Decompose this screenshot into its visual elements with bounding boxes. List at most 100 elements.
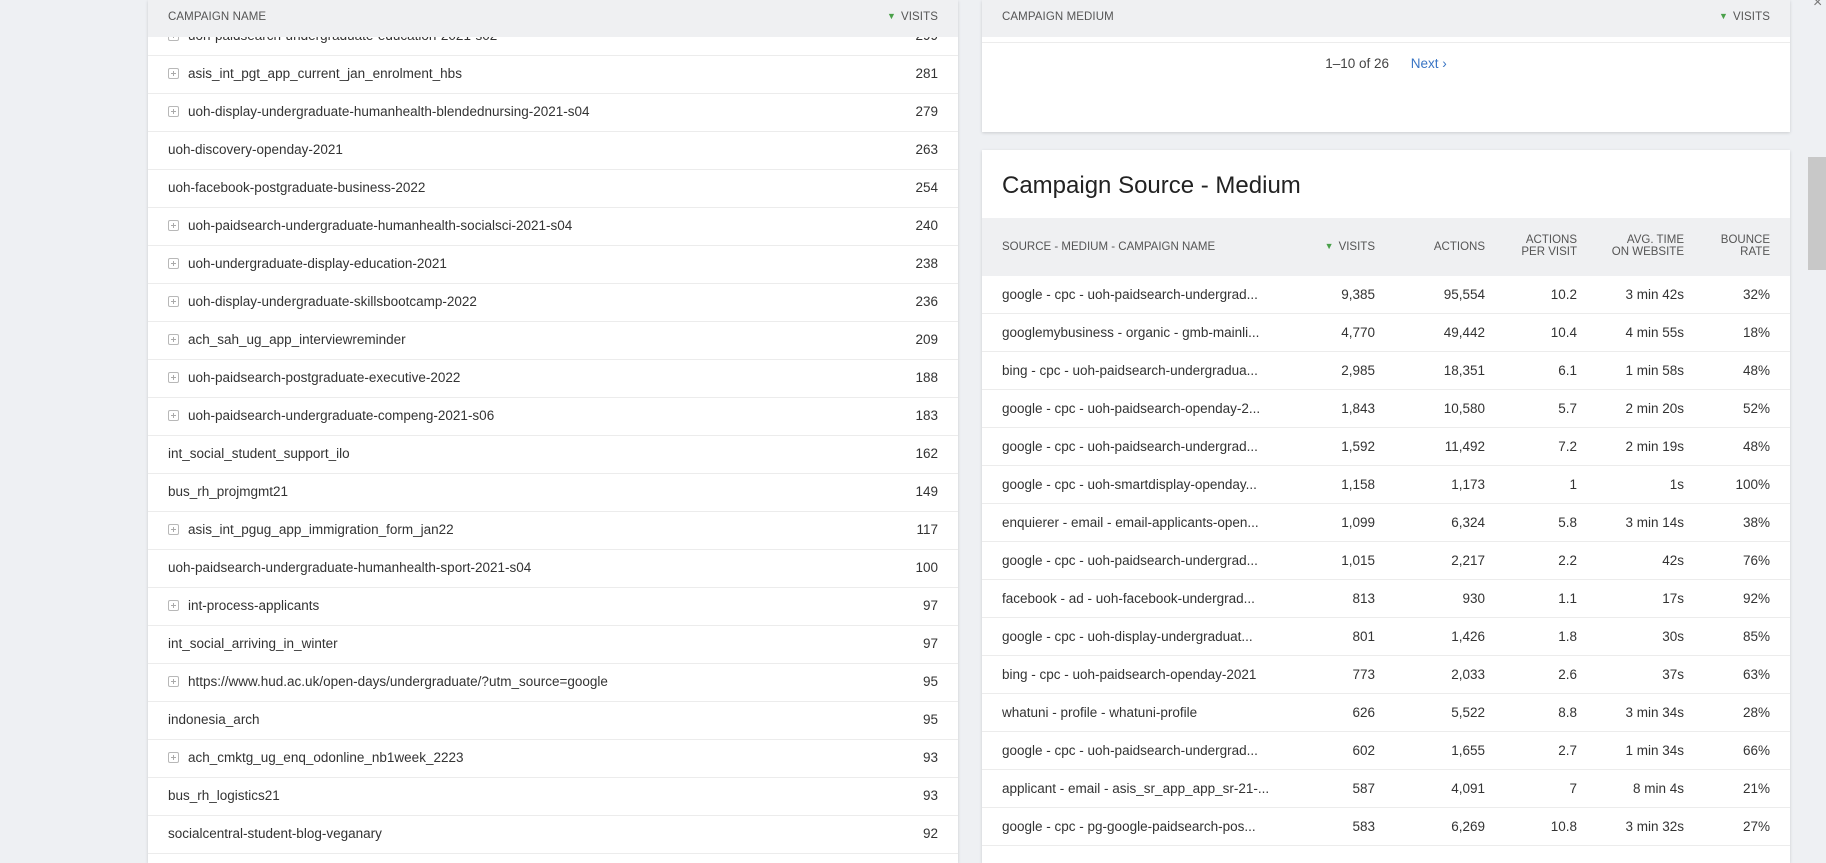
actions-per-visit-cell: 6.1: [1558, 363, 1577, 378]
campaign-name-cell: uoh-discovery-openday-2021: [168, 142, 343, 157]
visits-cell: 813: [1352, 591, 1375, 606]
actions-per-visit-cell: 5.8: [1558, 515, 1577, 530]
table-row[interactable]: int_social_arriving_in_winter 97: [148, 626, 958, 664]
column-header-actions-per-visit[interactable]: Actions Per Visit: [1521, 234, 1577, 258]
column-header-campaign-name[interactable]: Campaign Name: [168, 11, 266, 23]
table-row[interactable]: google - cpc - uoh-smartdisplay-openday.…: [982, 466, 1790, 504]
table-row[interactable]: uoh-display-undergraduate-skillsbootcamp…: [148, 284, 958, 322]
visits-cell: 92: [922, 826, 938, 841]
actions-per-visit-cell: 1.1: [1558, 591, 1577, 606]
visits-cell: 162: [915, 446, 938, 461]
table-row[interactable]: google - cpc - uoh-paidsearch-undergrad.…: [982, 732, 1790, 770]
column-header-visits[interactable]: ▼ Visits: [1325, 241, 1375, 253]
column-header-actions[interactable]: Actions: [1434, 241, 1485, 253]
avg-time-cell: 4 min 55s: [1625, 325, 1684, 340]
table-row[interactable]: https://www.hud.ac.uk/open-days/undergra…: [148, 664, 958, 702]
source-medium-campaign-cell: facebook - ad - uoh-facebook-undergrad..…: [1002, 591, 1255, 606]
table-row[interactable]: bus_rh_projmgmt21 149: [148, 474, 958, 512]
table-row[interactable]: googlemybusiness - organic - gmb-mainli.…: [982, 314, 1790, 352]
table-row[interactable]: int_social_student_support_ilo 162: [148, 436, 958, 474]
table-row[interactable]: uoh-paidsearch-postgraduate-executive-20…: [148, 360, 958, 398]
table-row[interactable]: bus_rh_logistics21 93: [148, 778, 958, 816]
expand-row-icon[interactable]: [168, 752, 179, 763]
campaign-name-cell: uoh-undergraduate-display-education-2021: [168, 256, 447, 271]
expand-row-icon[interactable]: [168, 676, 179, 687]
column-header-avg-time[interactable]: Avg. Time On Website: [1612, 234, 1684, 258]
expand-row-icon[interactable]: [168, 106, 179, 117]
expand-row-icon[interactable]: [168, 600, 179, 611]
pagination: 1–10 of 26 Next ›: [982, 56, 1790, 71]
column-header-visits[interactable]: ▼ Visits: [1719, 11, 1770, 23]
visits-cell: 100: [915, 560, 938, 575]
expand-row-icon[interactable]: [168, 296, 179, 307]
table-row[interactable]: facebook - ad - uoh-facebook-undergrad..…: [982, 580, 1790, 618]
table-row[interactable]: bing - cpc - uoh-paidsearch-openday-2021…: [982, 656, 1790, 694]
avg-time-cell: 17s: [1662, 591, 1684, 606]
actions-cell: 49,442: [1443, 325, 1485, 340]
expand-row-icon[interactable]: [168, 334, 179, 345]
table-row[interactable]: uoh-paidsearch-undergraduate-humanhealth…: [148, 208, 958, 246]
column-header-source-medium-campaign[interactable]: Source - Medium - Campaign Name: [1002, 241, 1215, 253]
bounce-rate-cell: 100%: [1735, 477, 1770, 492]
close-icon[interactable]: ×: [1813, 0, 1822, 12]
expand-row-icon[interactable]: [168, 410, 179, 421]
actions-cell: 4,091: [1451, 781, 1485, 796]
table-row[interactable]: google - cpc - uoh-paidsearch-undergrad.…: [982, 428, 1790, 466]
header-line: Rate: [1740, 246, 1770, 258]
table-row[interactable]: uoh-paidsearch-undergraduate-compeng-202…: [148, 398, 958, 436]
table-row[interactable]: bing - cpc - uoh-paidsearch-undergradua.…: [982, 352, 1790, 390]
visits-cell: 773: [1352, 667, 1375, 682]
table-row[interactable]: indonesia_arch 95: [148, 702, 958, 740]
table-row[interactable]: whatuni - profile - whatuni-profile 626 5,…: [982, 694, 1790, 732]
next-page-link[interactable]: Next ›: [1411, 56, 1447, 71]
expand-row-icon[interactable]: [168, 372, 179, 383]
table-row[interactable]: google - cpc - uoh-paidsearch-undergrad.…: [982, 542, 1790, 580]
actions-per-visit-cell: 2.6: [1558, 667, 1577, 682]
expand-row-icon[interactable]: [168, 524, 179, 535]
expand-row-icon[interactable]: [168, 68, 179, 79]
actions-per-visit-cell: 2.2: [1558, 553, 1577, 568]
visits-cell: 1,592: [1341, 439, 1375, 454]
bounce-rate-cell: 18%: [1742, 325, 1770, 340]
table-row[interactable]: ach_sah_ug_app_interviewreminder 209: [148, 322, 958, 360]
visits-cell: 149: [915, 484, 938, 499]
table-row[interactable]: int-process-applicants 97: [148, 588, 958, 626]
expand-row-icon[interactable]: [168, 258, 179, 269]
table-row[interactable]: uoh-paidsearch-undergraduate-humanhealth…: [148, 550, 958, 588]
visits-label: Visits: [1732, 11, 1770, 23]
expand-row-icon[interactable]: [168, 220, 179, 231]
actions-cell: 2,217: [1451, 553, 1485, 568]
table-row[interactable]: asis_int_pgug_app_immigration_form_jan22…: [148, 512, 958, 550]
table-row[interactable]: google - cpc - uoh-paidsearch-openday-2.…: [982, 390, 1790, 428]
table-row[interactable]: uoh-display-undergraduate-humanhealth-bl…: [148, 94, 958, 132]
table-row[interactable]: uoh-undergraduate-display-education-2021…: [148, 246, 958, 284]
campaign-name-text: ach_cmktg_ug_enq_odonline_nb1week_2223: [188, 750, 464, 765]
column-header-campaign-medium[interactable]: Campaign Medium: [1002, 11, 1114, 23]
campaign-name-text: uoh-undergraduate-display-education-2021: [188, 256, 447, 271]
visits-cell: 587: [1352, 781, 1375, 796]
column-header-bounce-rate[interactable]: Bounce Rate: [1721, 234, 1770, 258]
visits-cell: 236: [915, 294, 938, 309]
table-row[interactable]: uoh-facebook-postgraduate-business-2022 2…: [148, 170, 958, 208]
table-row[interactable]: applicant - email - asis_sr_app_app_sr-2…: [982, 770, 1790, 808]
campaign-name-text: asis_int_pgt_app_current_jan_enrolment_h…: [188, 66, 462, 81]
table-row[interactable]: asis_int_pgt_app_current_jan_enrolment_h…: [148, 56, 958, 94]
table-row[interactable]: google - cpc - uoh-display-undergraduat.…: [982, 618, 1790, 656]
campaign-name-cell: uoh-display-undergraduate-skillsbootcamp…: [168, 294, 477, 309]
avg-time-cell: 3 min 34s: [1625, 705, 1684, 720]
campaign-name-cell: bus_rh_logistics21: [168, 788, 280, 803]
page-scrollbar-thumb[interactable]: [1808, 157, 1826, 270]
campaign-name-text: uoh-paidsearch-undergraduate-humanhealth…: [168, 560, 532, 575]
campaign-name-text: uoh-display-undergraduate-humanhealth-bl…: [188, 104, 590, 119]
table-row[interactable]: google - cpc - uoh-paidsearch-undergrad.…: [982, 276, 1790, 314]
table-row[interactable]: enquierer - email - email-applicants-ope…: [982, 504, 1790, 542]
table-row[interactable]: google - cpc - pg-google-paidsearch-pos.…: [982, 808, 1790, 846]
table-row[interactable]: socialcentral-student-blog-veganary 92: [148, 816, 958, 854]
table-row[interactable]: uoh-discovery-openday-2021 263: [148, 132, 958, 170]
campaign-source-medium-widget: Campaign Source - Medium Source - Medium…: [982, 150, 1790, 863]
visits-cell: 97: [922, 598, 938, 613]
table-row[interactable]: ach_cmktg_ug_enq_odonline_nb1week_2223 93: [148, 740, 958, 778]
campaign-name-cell: https://www.hud.ac.uk/open-days/undergra…: [168, 674, 608, 689]
column-header-visits[interactable]: ▼ Visits: [887, 11, 938, 23]
bounce-rate-cell: 92%: [1742, 591, 1770, 606]
